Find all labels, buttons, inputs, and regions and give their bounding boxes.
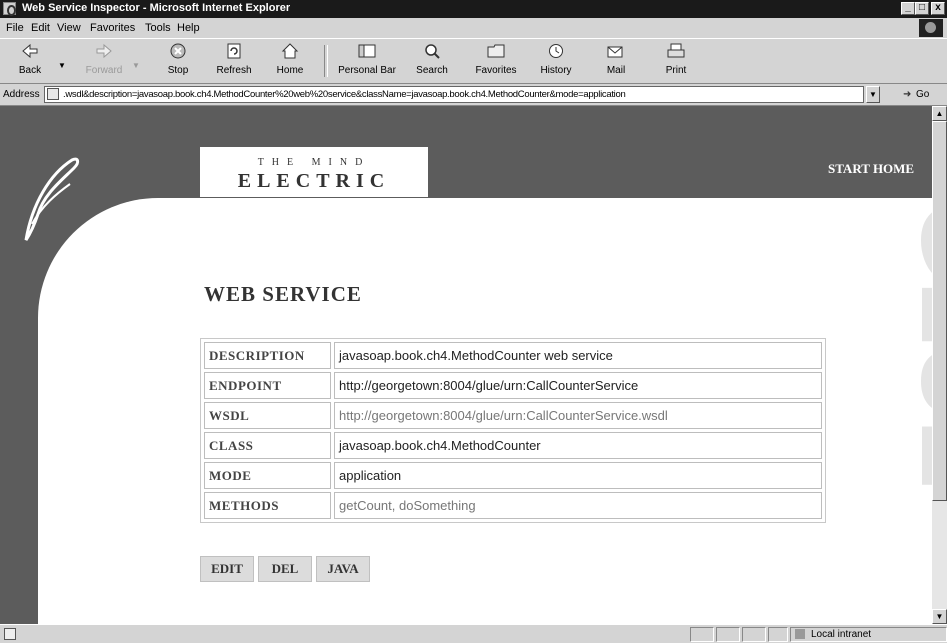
ie-app-icon: [3, 2, 16, 16]
title-bar: Web Service Inspector - Microsoft Intern…: [0, 0, 947, 18]
address-bar: Address .wsdl&description=javasoap.book.…: [0, 84, 947, 106]
table-row: ENDPOINT http://georgetown:8004/glue/urn…: [204, 372, 822, 399]
minimize-button[interactable]: _: [901, 2, 915, 15]
mail-icon: [607, 43, 625, 59]
scroll-thumb[interactable]: [932, 121, 947, 501]
favorites-folder-icon: [487, 43, 505, 59]
back-button[interactable]: Back: [2, 43, 58, 83]
logo-text-top: THE MIND: [257, 157, 371, 168]
mail-button[interactable]: Mail: [588, 43, 644, 83]
refresh-button[interactable]: Refresh: [206, 43, 262, 83]
local-intranet-icon: [795, 629, 805, 639]
menu-favorites[interactable]: Favorites: [90, 22, 135, 34]
menu-view[interactable]: View: [57, 22, 81, 34]
home-icon: [281, 43, 299, 59]
mind-electric-logo[interactable]: THE MIND ELECTRIC: [200, 147, 428, 197]
print-button[interactable]: Print: [648, 43, 704, 83]
page-content: THE MIND ELECTRIC START HOME GLUE WEB SE…: [0, 106, 932, 624]
address-label: Address: [3, 89, 40, 100]
status-bar: Local intranet: [0, 624, 947, 643]
back-dropdown-icon[interactable]: ▼: [58, 61, 66, 70]
row-value-methods: getCount, doSomething: [334, 492, 822, 519]
page-icon: [47, 88, 59, 100]
java-button[interactable]: JAVA: [316, 556, 370, 582]
row-value-class: javasoap.book.ch4.MethodCounter: [334, 432, 822, 459]
zone-label: Local intranet: [811, 629, 872, 640]
refresh-icon: [225, 43, 243, 59]
go-arrow-icon[interactable]: ➜: [903, 89, 911, 100]
window-title: Web Service Inspector - Microsoft Intern…: [22, 2, 291, 14]
scroll-down-button[interactable]: ▼: [932, 609, 947, 624]
close-button[interactable]: x: [931, 2, 945, 15]
security-zone: Local intranet: [790, 627, 947, 642]
row-label-wsdl: WSDL: [204, 402, 331, 429]
menu-edit[interactable]: Edit: [31, 22, 50, 34]
table-row: CLASS javasoap.book.ch4.MethodCounter: [204, 432, 822, 459]
address-dropdown-button[interactable]: ▼: [866, 86, 880, 103]
table-row: WSDL http://georgetown:8004/glue/urn:Cal…: [204, 402, 822, 429]
status-pane: [742, 627, 766, 642]
service-info-table: DESCRIPTION javasoap.book.ch4.MethodCoun…: [200, 338, 826, 523]
search-icon: [423, 43, 441, 59]
table-row: DESCRIPTION javasoap.book.ch4.MethodCoun…: [204, 342, 822, 369]
page-status-icon: [4, 628, 16, 640]
wsdl-link[interactable]: http://georgetown:8004/glue/urn:CallCoun…: [334, 402, 822, 429]
toolbar: Back ▼ Forward ▼ Stop Refresh Home Perso…: [0, 38, 947, 84]
print-icon: [667, 43, 685, 59]
row-label-methods: METHODS: [204, 492, 331, 519]
address-input[interactable]: .wsdl&description=javasoap.book.ch4.Meth…: [44, 86, 864, 103]
stop-button[interactable]: Stop: [150, 43, 206, 83]
status-pane: [690, 627, 714, 642]
glue-watermark: GLUE: [899, 200, 932, 489]
maximize-button[interactable]: □: [915, 2, 929, 15]
page-heading: WEB SERVICE: [204, 282, 362, 306]
menu-file[interactable]: File: [6, 22, 24, 34]
menu-tools[interactable]: Tools: [145, 22, 171, 34]
personal-bar-button[interactable]: Personal Bar: [332, 43, 402, 83]
favorites-button[interactable]: Favorites: [468, 43, 524, 83]
address-url: .wsdl&description=javasoap.book.ch4.Meth…: [63, 89, 626, 100]
start-home-link[interactable]: START HOME: [828, 161, 914, 177]
table-row: METHODS getCount, doSomething: [204, 492, 822, 519]
vertical-scrollbar[interactable]: ▲ ▼: [932, 106, 947, 624]
mind-electric-swoosh-icon: [24, 157, 80, 241]
row-value-endpoint: http://georgetown:8004/glue/urn:CallCoun…: [334, 372, 822, 399]
forward-arrow-icon: [95, 43, 113, 59]
stop-icon: [169, 43, 187, 59]
delete-button[interactable]: DEL: [258, 556, 312, 582]
menu-bar: File Edit View Favorites Tools Help: [0, 18, 947, 38]
home-button[interactable]: Home: [262, 43, 318, 83]
row-value-description: javasoap.book.ch4.MethodCounter web serv…: [334, 342, 822, 369]
back-arrow-icon: [21, 43, 39, 59]
row-label-endpoint: ENDPOINT: [204, 372, 331, 399]
edit-button[interactable]: EDIT: [200, 556, 254, 582]
history-icon: [547, 43, 565, 59]
personal-bar-icon: [358, 43, 376, 59]
ie-throbber-icon: [919, 19, 943, 37]
scroll-up-button[interactable]: ▲: [932, 106, 947, 121]
forward-dropdown-icon[interactable]: ▼: [132, 61, 140, 70]
toolbar-separator: [324, 45, 328, 77]
history-button[interactable]: History: [528, 43, 584, 83]
table-row: MODE application: [204, 462, 822, 489]
go-button[interactable]: Go: [916, 89, 929, 100]
status-pane: [716, 627, 740, 642]
row-value-mode: application: [334, 462, 822, 489]
row-label-mode: MODE: [204, 462, 331, 489]
row-label-class: CLASS: [204, 432, 331, 459]
row-label-description: DESCRIPTION: [204, 342, 331, 369]
search-button[interactable]: Search: [404, 43, 460, 83]
status-pane: [768, 627, 788, 642]
menu-help[interactable]: Help: [177, 22, 200, 34]
glue-watermark-text: GLUE: [899, 200, 932, 489]
forward-button[interactable]: Forward: [76, 43, 132, 83]
logo-text-bottom: ELECTRIC: [237, 170, 391, 192]
